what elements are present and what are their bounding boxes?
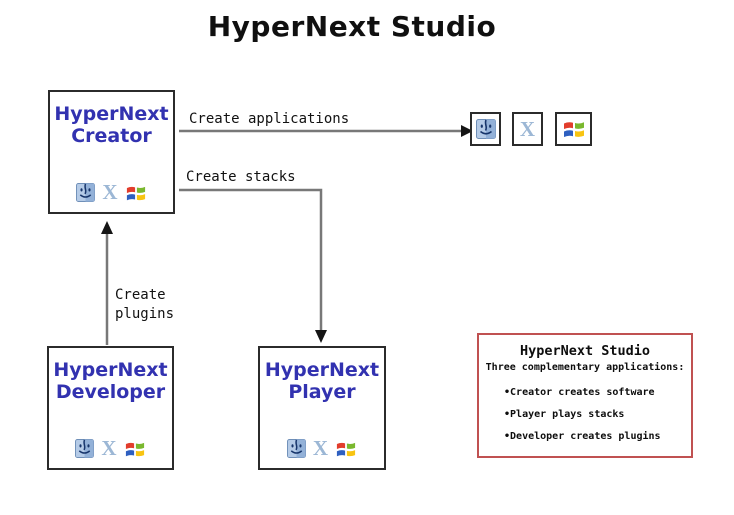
node-hypernext-player: HyperNext Player X <box>258 346 386 470</box>
app-target-chip-mac-classic <box>470 112 501 146</box>
node-hypernext-creator: HyperNext Creator X <box>48 90 175 214</box>
node-title-player: HyperNext Player <box>260 359 384 404</box>
app-target-chip-windows <box>555 112 592 146</box>
mac-osx-x-icon: X <box>520 119 535 140</box>
info-box-title: HyperNext Studio <box>479 343 691 359</box>
mac-finder-icon <box>76 183 95 202</box>
mac-finder-icon <box>476 119 496 139</box>
arrowhead-create-plugins <box>101 221 113 234</box>
platform-icons-player: X <box>260 438 384 459</box>
node-title-developer: HyperNext Developer <box>49 359 172 404</box>
arrowhead-create-stacks <box>315 330 327 343</box>
windows-logo-icon <box>124 439 146 459</box>
info-bullet-creator: Creator creates software <box>504 382 691 404</box>
windows-logo-icon <box>125 183 147 203</box>
mac-finder-icon <box>75 439 94 458</box>
edge-label-create-applications: Create applications <box>189 110 349 129</box>
app-target-chip-mac-osx: X <box>512 112 543 146</box>
mac-osx-x-icon: X <box>102 182 117 203</box>
windows-logo-icon <box>562 118 586 140</box>
info-bullet-player: Player plays stacks <box>504 404 691 426</box>
node-title-creator: HyperNext Creator <box>50 103 173 148</box>
info-box: HyperNext Studio Three complementary app… <box>477 333 693 458</box>
arrow-create-stacks <box>179 190 321 331</box>
info-box-subtitle: Three complementary applications: <box>479 362 691 373</box>
platform-icons-creator: X <box>50 182 173 203</box>
windows-logo-icon <box>335 439 357 459</box>
edge-label-create-plugins: Create plugins <box>115 286 179 324</box>
diagram-canvas: HyperNext Studio Create applications Cre… <box>0 0 734 515</box>
mac-finder-icon <box>287 439 306 458</box>
node-hypernext-developer: HyperNext Developer X <box>47 346 174 470</box>
mac-osx-x-icon: X <box>101 438 116 459</box>
mac-osx-x-icon: X <box>313 438 328 459</box>
info-box-bullet-list: Creator creates software Player plays st… <box>479 382 691 448</box>
platform-icons-developer: X <box>49 438 172 459</box>
info-bullet-developer: Developer creates plugins <box>504 426 691 448</box>
edge-label-create-stacks: Create stacks <box>186 168 296 187</box>
